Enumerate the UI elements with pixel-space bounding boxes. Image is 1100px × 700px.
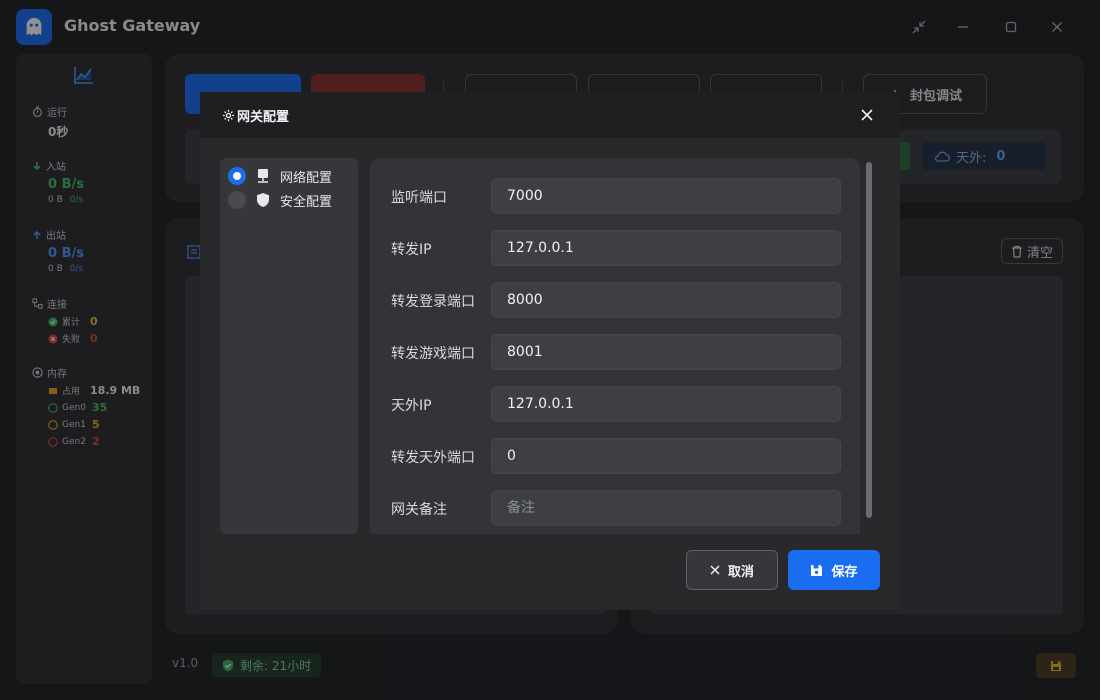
config-category-nav: 网络配置 安全配置 xyxy=(220,158,358,534)
listen-port-label: 监听端口 xyxy=(391,190,447,206)
listen-port-input[interactable] xyxy=(491,178,841,214)
gateway-config-dialog: 网关配置 网络配置 安全配置 监听端口 转发IP 转发登录端口 转发游 xyxy=(200,92,900,610)
floppy-icon xyxy=(811,564,823,576)
form-row-listen-port: 监听端口 xyxy=(370,178,860,214)
form-scrollbar[interactable] xyxy=(865,162,873,518)
dialog-close-icon[interactable] xyxy=(856,104,878,126)
save-button[interactable]: 保存 xyxy=(788,550,880,590)
tianwai-port-input[interactable] xyxy=(491,438,841,474)
tianwai-port-label: 转发天外端口 xyxy=(391,450,475,466)
nav-security-label: 安全配置 xyxy=(280,194,333,210)
gear-icon xyxy=(222,109,235,121)
forward-ip-input[interactable] xyxy=(491,230,841,266)
forward-ip-label: 转发IP xyxy=(391,242,432,258)
dialog-title: 网关配置 xyxy=(237,109,290,125)
form-row-tianwai-ip: 天外IP xyxy=(370,386,860,422)
tianwai-ip-label: 天外IP xyxy=(391,398,432,414)
nav-item-security[interactable]: 安全配置 xyxy=(228,189,332,211)
dialog-header: 网关配置 xyxy=(200,92,900,138)
network-config-form: 监听端口 转发IP 转发登录端口 转发游戏端口 天外IP 转发天外端口 网关备注 xyxy=(370,158,860,534)
login-port-input[interactable] xyxy=(491,282,841,318)
form-row-remark: 网关备注 xyxy=(370,490,860,526)
nav-network-label: 网络配置 xyxy=(280,170,333,186)
game-port-label: 转发游戏端口 xyxy=(391,346,475,362)
form-row-forward-ip: 转发IP xyxy=(370,230,860,266)
radio-selected[interactable] xyxy=(228,167,246,185)
cancel-label: 取消 xyxy=(727,564,754,580)
form-row-game-port: 转发游戏端口 xyxy=(370,334,860,370)
login-port-label: 转发登录端口 xyxy=(391,294,475,310)
save-label: 保存 xyxy=(831,564,858,580)
shield-icon xyxy=(257,193,269,207)
server-icon xyxy=(258,169,268,183)
tianwai-ip-input[interactable] xyxy=(491,386,841,422)
form-row-login-port: 转发登录端口 xyxy=(370,282,860,318)
cancel-button[interactable]: 取消 xyxy=(686,550,778,590)
remark-label: 网关备注 xyxy=(391,502,447,518)
remark-input[interactable] xyxy=(491,490,841,526)
close-icon xyxy=(710,565,720,575)
game-port-input[interactable] xyxy=(491,334,841,370)
form-row-tianwai-port: 转发天外端口 xyxy=(370,438,860,474)
nav-item-network[interactable]: 网络配置 xyxy=(228,165,332,187)
form-scrollbar-thumb[interactable] xyxy=(866,162,872,518)
radio-unselected[interactable] xyxy=(228,191,246,209)
